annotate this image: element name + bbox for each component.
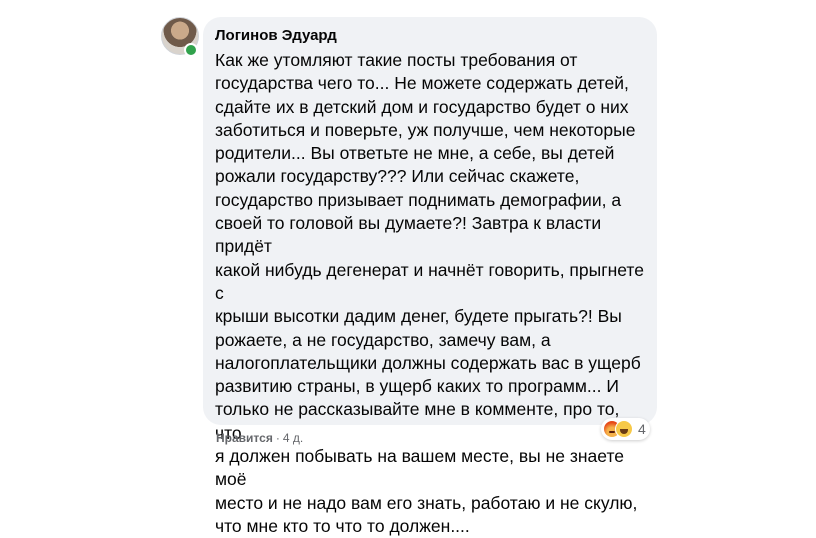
comment-timestamp[interactable]: 4 д. (283, 431, 303, 445)
like-button[interactable]: Нравится (216, 431, 273, 445)
comment-text: Как же утомляют такие посты требования о… (215, 50, 644, 536)
reactions-summary[interactable]: 4 (601, 418, 650, 440)
reactions-count: 4 (638, 421, 646, 437)
comment-bubble: Логинов Эдуард Как же утомляют такие пос… (203, 17, 657, 536)
haha-reaction-icon (615, 420, 633, 438)
online-status-indicator (184, 43, 198, 57)
comment-author[interactable]: Логинов Эдуард (215, 26, 645, 46)
separator: · (275, 431, 280, 445)
comment-actions: Нравится · 4 д. (216, 430, 303, 446)
